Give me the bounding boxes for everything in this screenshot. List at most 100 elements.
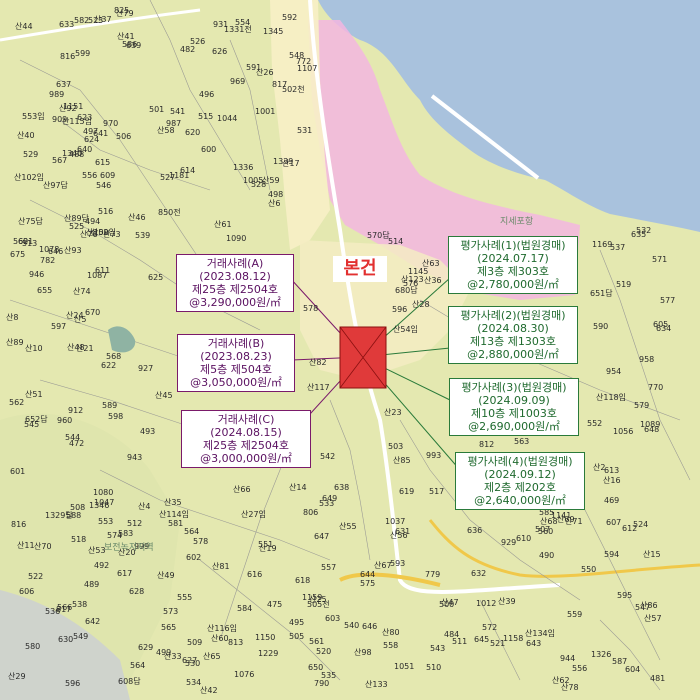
parcel-number-label: 612 bbox=[622, 524, 638, 533]
parcel-number-label: 593 bbox=[390, 559, 406, 568]
parcel-number-label: 625 bbox=[148, 273, 164, 282]
appraisal-case-date: (2024.07.17) bbox=[477, 252, 549, 265]
trade-case-title: 거래사례(A) bbox=[206, 257, 264, 270]
parcel-number-label: 557 bbox=[321, 563, 337, 572]
parcel-number-label: 516 bbox=[98, 207, 114, 216]
appraisal-case-date: (2024.08.30) bbox=[477, 322, 549, 335]
parcel-number-label: 산54임 bbox=[393, 325, 418, 334]
parcel-number-label: 619 bbox=[399, 487, 415, 496]
parcel-number-label: 640 bbox=[77, 145, 93, 154]
parcel-number-label: 944 bbox=[560, 654, 576, 663]
parcel-number-label: 산61 bbox=[214, 220, 232, 229]
parcel-number-label: 산70 bbox=[34, 542, 52, 551]
parcel-number-label: 510 bbox=[426, 663, 442, 672]
appraisal-case-4[interactable]: 평가사례(4)(법원경매) (2024.09.12) 제2층 제202호 @2,… bbox=[455, 452, 585, 510]
parcel-number-label: 603 bbox=[325, 614, 341, 623]
parcel-number-label: 537 bbox=[610, 243, 626, 252]
parcel-number-label: 산10 bbox=[25, 344, 43, 353]
parcel-number-label: 639 bbox=[126, 41, 142, 50]
parcel-number-label: 1078 bbox=[39, 245, 60, 254]
parcel-number-label: 530 bbox=[185, 659, 201, 668]
parcel-number-label: 523 bbox=[88, 16, 104, 25]
parcel-number-label: 558 bbox=[383, 641, 399, 650]
appraisal-case-price: @2,880,000원/㎡ bbox=[467, 348, 559, 361]
parcel-number-label: 631 bbox=[395, 527, 411, 536]
parcel-number-label: 599 bbox=[75, 49, 91, 58]
parcel-number-label: 651답 bbox=[590, 289, 613, 298]
parcel-number-label: 582 bbox=[74, 16, 90, 25]
parcel-number-label: 597 bbox=[51, 322, 67, 331]
parcel-number-label: 560 bbox=[538, 527, 554, 536]
parcel-number-label: 산118임 bbox=[596, 393, 626, 402]
parcel-number-label: 산28 bbox=[412, 300, 430, 309]
parcel-number-label: 812 bbox=[479, 440, 495, 449]
parcel-number-label: 493 bbox=[140, 427, 156, 436]
parcel-number-label: 산40 bbox=[17, 131, 35, 140]
parcel-number-label: 521 bbox=[490, 639, 506, 648]
parcel-number-label: 551 bbox=[258, 540, 274, 549]
parcel-number-label: 495 bbox=[289, 618, 305, 627]
parcel-number-label: 산11 bbox=[17, 541, 35, 550]
trade-case-b[interactable]: 거래사례(B) (2023.08.23) 제5층 제504호 @3,050,00… bbox=[177, 334, 295, 392]
parcel-number-label: 산69 bbox=[557, 515, 575, 524]
parcel-number-label: 산48 bbox=[67, 343, 85, 352]
parcel-number-label: 501 bbox=[149, 105, 165, 114]
parcel-number-label: 505 bbox=[289, 632, 305, 641]
parcel-number-label: 912 bbox=[68, 406, 84, 415]
appraisal-case-2[interactable]: 평가사례(2)(법원경매) (2024.08.30) 제13층 제1303호 @… bbox=[448, 306, 578, 364]
parcel-number-label: 600 bbox=[201, 145, 217, 154]
parcel-number-label: 산49 bbox=[157, 571, 175, 580]
parcel-number-label: 909 bbox=[52, 115, 68, 124]
parcel-number-label: 954 bbox=[606, 367, 622, 376]
parcel-number-label: 511 bbox=[452, 637, 468, 646]
parcel-number-label: 산8 bbox=[6, 313, 19, 322]
parcel-number-label: 567 bbox=[52, 156, 68, 165]
parcel-number-label: 549 bbox=[73, 632, 89, 641]
parcel-number-label: 526 bbox=[190, 37, 206, 46]
appraisal-case-price: @2,690,000원/㎡ bbox=[468, 420, 560, 433]
parcel-number-label: 515 bbox=[198, 112, 214, 121]
parcel-number-label: 산134임 bbox=[525, 629, 555, 638]
parcel-number-label: 630 bbox=[58, 635, 74, 644]
parcel-number-label: 산93 bbox=[64, 246, 82, 255]
trade-case-unit: 제5층 제504호 bbox=[200, 363, 272, 376]
parcel-number-label: 987 bbox=[166, 119, 182, 128]
parcel-number-label: 1336 bbox=[233, 163, 254, 172]
appraisal-case-title: 평가사례(3)(법원경매) bbox=[461, 381, 567, 394]
trade-case-unit: 제25층 제2504호 bbox=[192, 283, 278, 296]
parcel-number-label: 496 bbox=[199, 90, 215, 99]
subject-label: 본건 bbox=[333, 256, 387, 282]
parcel-number-label: 산15 bbox=[643, 550, 661, 559]
parcel-number-label: 1326 bbox=[591, 650, 612, 659]
parcel-number-label: 578 bbox=[193, 537, 209, 546]
parcel-number-label: 482 bbox=[180, 45, 196, 54]
trade-case-a[interactable]: 거래사례(A) (2023.08.12) 제25층 제2504호 @3,290,… bbox=[176, 254, 294, 312]
parcel-number-label: 산75답 bbox=[18, 217, 43, 226]
parcel-number-label: 545 bbox=[24, 420, 40, 429]
appraisal-case-3[interactable]: 평가사례(3)(법원경매) (2024.09.09) 제10층 제1003호 @… bbox=[449, 378, 579, 436]
parcel-number-label: 산102임 bbox=[14, 173, 44, 182]
appraisal-case-1[interactable]: 평가사례(1)(법원경매) (2024.07.17) 제3층 제303호 @2,… bbox=[448, 236, 578, 294]
parcel-number-label: 602 bbox=[186, 553, 202, 562]
parcel-number-label: 970 bbox=[103, 119, 119, 128]
parcel-number-label: 572 bbox=[482, 623, 498, 632]
parcel-number-label: 555 bbox=[177, 593, 193, 602]
parcel-number-label: 591 bbox=[246, 63, 262, 72]
parcel-number-label: 641 bbox=[93, 129, 109, 138]
parcel-number-label: 632 bbox=[471, 569, 487, 578]
parcel-number-label: 산133 bbox=[365, 680, 388, 689]
parcel-number-label: 522 bbox=[28, 572, 44, 581]
base-map[interactable] bbox=[0, 0, 700, 700]
trade-case-c[interactable]: 거래사례(C) (2024.08.15) 제25층 제2504호 @3,000,… bbox=[181, 410, 311, 468]
parcel-number-label: 1158 bbox=[503, 634, 524, 643]
parcel-number-label: 589 bbox=[102, 401, 118, 410]
parcel-number-label: 산98 bbox=[354, 648, 372, 657]
parcel-number-label: 520 bbox=[316, 647, 332, 656]
parcel-number-label: 989 bbox=[49, 90, 65, 99]
parcel-number-label: 산55 bbox=[339, 522, 357, 531]
parcel-number-label: 583 bbox=[118, 529, 134, 538]
parcel-number-label: 646 bbox=[362, 622, 378, 631]
parcel-number-label: 산62 bbox=[552, 676, 570, 685]
parcel-number-label: 535 bbox=[321, 671, 337, 680]
parcel-number-label: 617 bbox=[117, 569, 133, 578]
